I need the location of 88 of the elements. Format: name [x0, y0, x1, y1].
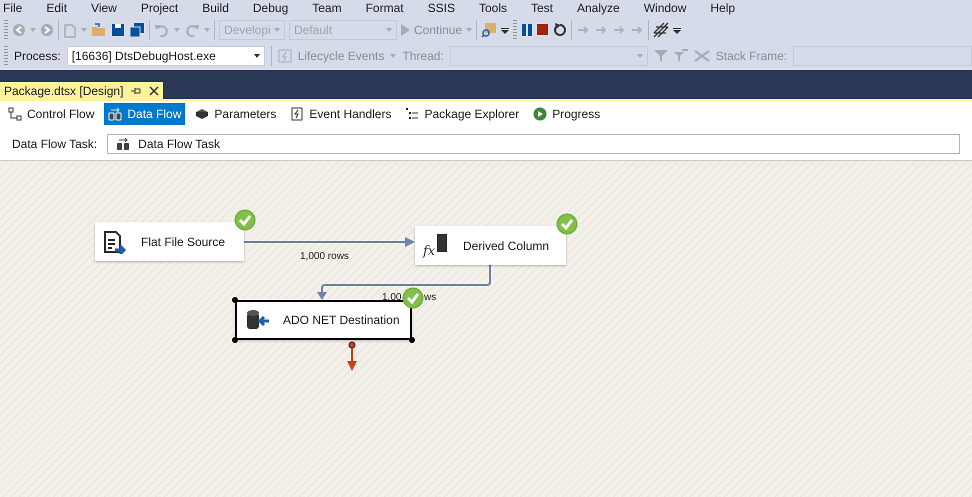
caret-icon [274, 28, 280, 32]
restart-icon[interactable] [553, 23, 568, 37]
component-node[interactable]: Flat File Source [95, 222, 244, 261]
explorer-icon [405, 107, 420, 121]
dropdown-value: Developi [224, 22, 271, 39]
caret-icon[interactable] [81, 28, 87, 32]
component-node[interactable]: ADO NET Destination [235, 300, 412, 340]
path-arrow[interactable] [317, 265, 491, 300]
designer-tab[interactable]: Control Flow [4, 103, 98, 125]
menu-item[interactable]: SSIS [428, 0, 467, 14]
resize-handle[interactable] [232, 337, 238, 343]
document-tab[interactable]: Package.dtsx [Design] [0, 82, 164, 99]
menu-item[interactable]: File [3, 0, 34, 14]
row-count-label: ws [424, 291, 436, 305]
pause-icon[interactable] [521, 24, 534, 36]
caret-icon[interactable] [30, 28, 36, 32]
designer-tab[interactable]: Parameters [191, 103, 280, 125]
caret-icon [254, 54, 260, 58]
component-name: Flat File Source [141, 234, 226, 250]
component-node[interactable]: fx Derived Column [415, 226, 566, 265]
lifecycle-icon[interactable] [278, 49, 292, 63]
filter-arrow-icon[interactable] [674, 49, 688, 63]
folder-search-icon[interactable] [481, 22, 498, 38]
caret-icon [636, 54, 643, 58]
dropdown-value: Default [294, 22, 332, 39]
thread-label: Thread: [402, 48, 444, 65]
task-label: Data Flow Task: [12, 136, 98, 152]
designer-tab[interactable]: Data Flow [104, 103, 186, 125]
row-count-label: 1,000 rows [300, 250, 349, 264]
undo-icon[interactable] [154, 23, 170, 37]
combo-value: [16636] DtsDebugHost.exe [72, 48, 216, 65]
parameters-icon [195, 107, 210, 121]
destination-icon [245, 308, 269, 332]
dataflow-icon [116, 138, 130, 150]
menu-item[interactable]: Tools [478, 0, 519, 14]
menu-item[interactable]: Build [202, 0, 241, 14]
redo-icon[interactable] [184, 23, 200, 37]
menu-item[interactable]: Format [366, 0, 416, 14]
stop-icon[interactable] [537, 24, 550, 36]
new-item-icon[interactable] [63, 22, 77, 38]
open-folder-icon[interactable] [91, 23, 107, 37]
caret-icon[interactable] [174, 28, 180, 32]
menu-item[interactable]: Debug [252, 0, 300, 14]
source-icon [103, 230, 127, 254]
save-all-icon[interactable] [129, 23, 145, 37]
close-icon[interactable] [149, 86, 160, 96]
caret-icon[interactable] [466, 28, 472, 32]
menu-item[interactable]: Help [710, 0, 748, 14]
error-output-arrow[interactable] [347, 342, 357, 371]
stack-frame-label: Stack Frame: [716, 48, 788, 65]
menu-item[interactable]: Project [140, 0, 190, 14]
events-icon [290, 107, 304, 121]
save-icon[interactable] [111, 23, 125, 37]
menu-item[interactable]: Edit [46, 0, 80, 14]
component-name: ADO NET Destination [283, 312, 400, 329]
task-value: Data Flow Task [138, 136, 220, 152]
pin-icon[interactable] [131, 86, 142, 96]
cross-arrows-icon[interactable] [694, 50, 710, 62]
overflow-icon[interactable] [501, 26, 510, 34]
progress-icon [533, 107, 548, 121]
menu-item[interactable]: Team [312, 0, 354, 14]
resize-handle[interactable] [409, 337, 415, 343]
filter-icon[interactable] [654, 49, 668, 63]
dataflow-icon [108, 107, 122, 121]
designer-tab[interactable]: Event Handlers [286, 103, 396, 125]
tab-title: Package.dtsx [Design] [4, 82, 124, 100]
menu-item[interactable]: Window [644, 0, 698, 14]
caret-icon[interactable] [390, 54, 396, 58]
path-arrow[interactable] [244, 237, 415, 247]
menu-item[interactable]: Test [530, 0, 565, 14]
overflow-icon[interactable] [673, 26, 682, 34]
hatched-grid-icon[interactable] [653, 22, 670, 38]
designer-tab[interactable]: Progress [529, 103, 604, 125]
back-icon[interactable] [12, 23, 26, 37]
forward-icon[interactable] [40, 23, 54, 37]
process-label: Process: [14, 48, 61, 65]
caret-icon [386, 28, 392, 32]
task-selector[interactable]: Data Flow Task [107, 134, 960, 154]
resize-handle[interactable] [232, 297, 238, 303]
designer-tab[interactable]: Package Explorer [401, 103, 524, 125]
control-icon [8, 107, 22, 121]
component-name: Derived Column [463, 238, 550, 254]
process-combo[interactable]: [16636] DtsDebugHost.exe [66, 46, 265, 66]
caret-icon[interactable] [204, 28, 210, 32]
play-icon[interactable] [401, 24, 410, 36]
menu-item[interactable]: Analyze [577, 0, 632, 14]
thread-combo[interactable] [450, 46, 648, 66]
menu-item[interactable]: View [91, 0, 129, 14]
